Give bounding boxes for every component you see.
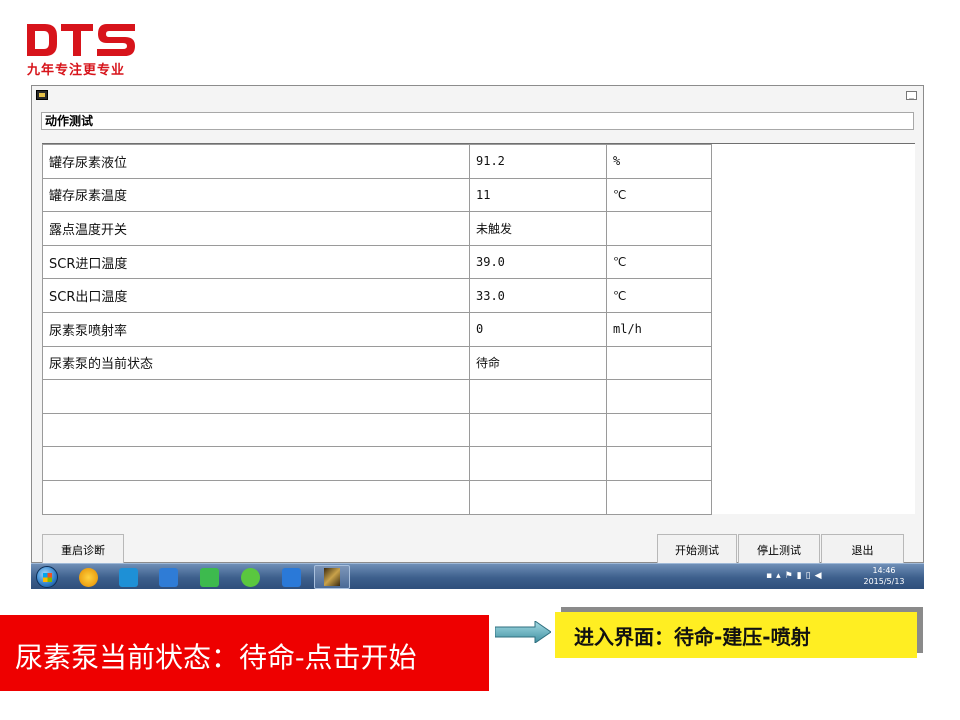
flow-annotation-box: 进入界面：待命-建压-喷射 xyxy=(555,612,917,658)
table-row xyxy=(42,379,712,414)
row-label xyxy=(42,412,470,448)
dts-logo-mark xyxy=(27,24,135,56)
row-unit xyxy=(606,412,712,448)
tray-arrow-icon[interactable]: ▴ xyxy=(776,571,785,581)
table-row: 尿素泵喷射率 0 ml/h xyxy=(42,311,712,347)
tray-network-icon[interactable]: ▮ xyxy=(797,571,806,581)
table-row: 露点温度开关 未触发 xyxy=(42,211,712,246)
start-test-button[interactable]: 开始测试 xyxy=(657,534,737,564)
row-label xyxy=(42,479,470,515)
tray-keyboard-icon[interactable]: ▪ xyxy=(766,571,776,581)
table-row xyxy=(42,412,712,448)
row-label xyxy=(42,379,470,414)
taskbar-clock[interactable]: 14:46 2015/5/13 xyxy=(856,565,912,587)
row-label: 尿素泵的当前状态 xyxy=(42,345,470,381)
video-app-icon[interactable] xyxy=(200,568,219,587)
row-unit xyxy=(606,345,712,381)
taskbar: ▪▴⚑▮▯◀ 14:46 2015/5/13 xyxy=(31,563,924,589)
row-value: 39.0 xyxy=(469,244,607,280)
row-unit xyxy=(606,446,712,481)
clock-date: 2015/5/13 xyxy=(863,577,905,586)
stop-test-button[interactable]: 停止测试 xyxy=(738,534,820,564)
row-label: 尿素泵喷射率 xyxy=(42,311,470,347)
status-annotation-text: 尿素泵当前状态：待命-点击开始 xyxy=(15,641,417,674)
row-value xyxy=(469,446,607,481)
table-row: 尿素泵的当前状态 待命 xyxy=(42,345,712,381)
row-value: 91.2 xyxy=(469,144,607,179)
row-unit: ℃ xyxy=(606,177,712,213)
system-tray[interactable]: ▪▴⚑▮▯◀ xyxy=(766,571,826,581)
tray-flag-icon[interactable]: ⚑ xyxy=(785,571,797,581)
row-label: 罐存尿素液位 xyxy=(42,144,470,179)
right-arrow-icon xyxy=(495,621,551,643)
messenger-icon[interactable] xyxy=(159,568,178,587)
row-unit: ℃ xyxy=(606,278,712,313)
row-unit: ℃ xyxy=(606,244,712,280)
row-value: 0 xyxy=(469,311,607,347)
row-value xyxy=(469,412,607,448)
row-value: 待命 xyxy=(469,345,607,381)
row-label xyxy=(42,446,470,481)
brand-logo: 九年专注更专业 xyxy=(27,24,137,78)
status-annotation-banner: 尿素泵当前状态：待命-点击开始 xyxy=(0,615,489,691)
row-unit xyxy=(606,379,712,414)
restart-diagnosis-button[interactable]: 重启诊断 xyxy=(42,534,124,564)
tray-battery-icon[interactable]: ▯ xyxy=(806,571,815,581)
row-unit xyxy=(606,211,712,246)
row-value xyxy=(469,379,607,414)
row-label: SCR出口温度 xyxy=(42,278,470,313)
row-value: 11 xyxy=(469,177,607,213)
data-table: 罐存尿素液位 91.2% 罐存尿素温度 11 ℃ 露点温度开关 未触发 SCR进口温度 39.0… xyxy=(42,144,712,515)
office-app-icon[interactable] xyxy=(282,568,301,587)
brand-tagline: 九年专注更专业 xyxy=(27,63,126,78)
exit-button[interactable]: 退出 xyxy=(821,534,904,564)
table-row: SCR进口温度 39.0 ℃ xyxy=(42,244,712,280)
section-title: 动作测试 xyxy=(41,112,914,130)
table-row: 罐存尿素液位 91.2% xyxy=(42,144,712,179)
clock-time: 14:46 xyxy=(872,566,896,575)
app-icon xyxy=(36,90,48,100)
app-window: _ 动作测试 罐存尿素液位 91.2% 罐存尿素温度 11 ℃ 露点温度开关 未触发 SCR进… xyxy=(31,85,924,564)
row-unit: % xyxy=(606,144,712,179)
active-app-icon[interactable] xyxy=(314,565,350,589)
data-table-area: 罐存尿素液位 91.2% 罐存尿素温度 11 ℃ 露点温度开关 未触发 SCR进口温度 39.0… xyxy=(42,143,915,515)
table-row xyxy=(42,479,712,515)
taskbar-app-icon-1[interactable] xyxy=(79,568,98,587)
start-button[interactable] xyxy=(36,566,58,588)
row-value: 未触发 xyxy=(469,211,607,246)
row-unit: ml/h xyxy=(606,311,712,347)
row-label: SCR进口温度 xyxy=(42,244,470,280)
table-row: 罐存尿素温度 11 ℃ xyxy=(42,177,712,213)
flow-annotation-text: 进入界面：待命-建压-喷射 xyxy=(574,625,811,649)
table-row xyxy=(42,446,712,481)
row-label: 罐存尿素温度 xyxy=(42,177,470,213)
refresh-app-icon[interactable] xyxy=(241,568,260,587)
minimize-button[interactable]: _ xyxy=(906,91,917,100)
tray-volume-icon[interactable]: ◀ xyxy=(815,571,826,581)
row-value xyxy=(469,479,607,515)
row-label: 露点温度开关 xyxy=(42,211,470,246)
row-value: 33.0 xyxy=(469,278,607,313)
row-unit xyxy=(606,479,712,515)
table-row: SCR出口温度 33.0 ℃ xyxy=(42,278,712,313)
cloud-icon[interactable] xyxy=(119,568,138,587)
